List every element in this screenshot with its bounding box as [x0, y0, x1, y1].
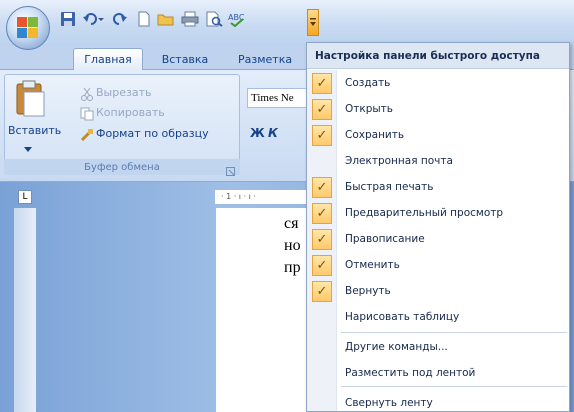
new-document-icon[interactable]	[134, 9, 154, 29]
menu-item-spelling[interactable]: ✓ Правописание	[307, 227, 569, 253]
document-line: но	[284, 237, 301, 254]
document-line: ся	[284, 215, 299, 232]
menu-header: Настройка панели быстрого доступа	[307, 43, 569, 69]
dialog-launcher-icon[interactable]	[226, 162, 236, 176]
copy-button[interactable]: Копировать	[96, 106, 165, 119]
checkmark-icon: ✓	[312, 73, 332, 94]
menu-item-draw-table[interactable]: Нарисовать таблицу	[307, 305, 569, 331]
menu-item-open[interactable]: ✓ Открыть	[307, 97, 569, 123]
menu-item-label: Правописание	[345, 233, 425, 245]
document-page[interactable]	[216, 208, 316, 412]
checkmark-icon: ✓	[312, 177, 332, 198]
checkmark-icon: ✓	[312, 203, 332, 224]
tab-page-layout[interactable]: Разметка	[238, 48, 300, 70]
menu-item-more-commands[interactable]: Другие команды...	[307, 335, 569, 361]
menu-item-label: Быстрая печать	[345, 181, 434, 193]
format-painter-button[interactable]: Формат по образцу	[96, 127, 209, 140]
italic-button[interactable]: К	[268, 126, 278, 140]
menu-item-new[interactable]: ✓ Создать	[307, 71, 569, 97]
checkmark-icon: ✓	[312, 229, 332, 250]
spelling-icon[interactable]: ABC	[228, 9, 248, 29]
undo-dropdown-icon[interactable]	[96, 9, 106, 29]
menu-item-label: Свернуть ленту	[345, 397, 433, 409]
menu-item-redo[interactable]: ✓ Вернуть	[307, 279, 569, 305]
checkmark-icon: ✓	[312, 99, 332, 120]
customize-qat-button[interactable]	[307, 9, 319, 36]
cut-button[interactable]: Вырезать	[96, 86, 151, 99]
menu-item-email[interactable]: Электронная почта	[307, 149, 569, 175]
redo-icon[interactable]	[110, 9, 130, 29]
open-folder-icon[interactable]	[156, 9, 176, 29]
copy-icon	[80, 106, 94, 121]
office-button[interactable]	[6, 6, 50, 50]
clipboard-group-label: Буфер обмена	[4, 159, 240, 175]
format-painter-icon	[80, 127, 94, 142]
menu-item-save[interactable]: ✓ Сохранить	[307, 123, 569, 149]
clipboard-group-title: Буфер обмена	[84, 161, 160, 173]
vertical-ruler	[14, 208, 36, 412]
tab-insert[interactable]: Вставка	[155, 48, 215, 70]
menu-item-print-preview[interactable]: ✓ Предварительный просмотр	[307, 201, 569, 227]
checkmark-icon: ✓	[312, 125, 332, 146]
dropdown-arrow-icon	[310, 18, 316, 26]
menu-item-quick-print[interactable]: ✓ Быстрая печать	[307, 175, 569, 201]
menu-separator	[341, 386, 567, 387]
menu-item-label: Отменить	[345, 259, 400, 271]
font-name-combobox[interactable]: Times Ne	[247, 88, 309, 108]
menu-item-label: Другие команды...	[345, 341, 448, 353]
checkmark-icon: ✓	[312, 255, 332, 276]
paste-dropdown-icon[interactable]	[24, 138, 32, 152]
menu-item-minimize-ribbon[interactable]: Свернуть ленту	[307, 391, 569, 412]
checkmark-icon: ✓	[312, 281, 332, 302]
paste-icon[interactable]	[14, 80, 46, 118]
menu-item-label: Сохранить	[345, 129, 405, 141]
menu-item-show-below-ribbon[interactable]: Разместить под лентой	[307, 361, 569, 387]
tab-home[interactable]: Главная	[73, 48, 143, 70]
bold-button[interactable]: Ж	[250, 126, 265, 140]
menu-item-label: Электронная почта	[345, 155, 453, 167]
customize-qat-menu: Настройка панели быстрого доступа ✓ Созда…	[306, 42, 570, 412]
menu-item-label: Нарисовать таблицу	[345, 311, 460, 323]
scissors-icon	[80, 86, 94, 101]
menu-separator	[341, 332, 567, 333]
menu-item-label: Предварительный просмотр	[345, 207, 504, 219]
paste-button[interactable]: Вставить	[8, 124, 61, 137]
tab-selector[interactable]: L	[18, 190, 32, 204]
menu-item-label: Создать	[345, 77, 391, 89]
save-icon[interactable]	[58, 9, 78, 29]
quick-print-icon[interactable]	[180, 9, 200, 29]
print-preview-icon[interactable]	[204, 9, 224, 29]
menu-item-label: Открыть	[345, 103, 393, 115]
horizontal-ruler: · 1 · ı · ı ·	[215, 190, 315, 204]
document-line: пр	[284, 259, 301, 276]
menu-item-label: Вернуть	[345, 285, 391, 297]
menu-item-label: Разместить под лентой	[345, 367, 476, 379]
menu-item-undo[interactable]: ✓ Отменить	[307, 253, 569, 279]
office-logo-icon	[17, 17, 39, 39]
